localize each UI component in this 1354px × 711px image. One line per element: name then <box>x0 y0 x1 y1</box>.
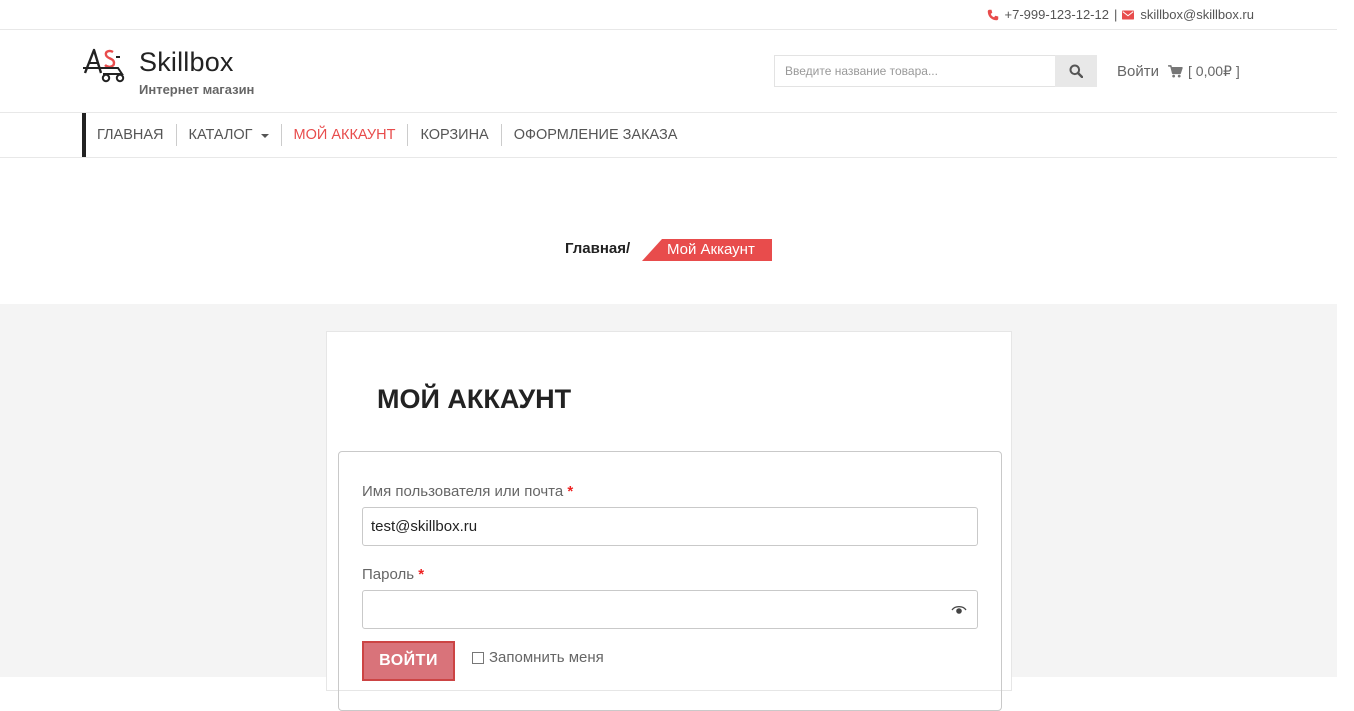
product-search <box>774 55 1097 87</box>
page-title: МОЙ АККАУНТ <box>377 384 572 414</box>
nav-item-my-account[interactable]: МОЙ АККАУНТ <box>280 124 408 146</box>
username-label-text: Имя пользователя или почта <box>362 483 564 500</box>
login-button[interactable]: ВОЙТИ <box>362 641 455 681</box>
nav-item-label: КОРЗИНА <box>420 127 489 143</box>
breadcrumb-current: Мой Аккаунт <box>667 241 755 258</box>
shopping-cart-icon <box>1168 65 1183 78</box>
top-bar: +7-999-123-12-12 | skillbox@skillbox.ru <box>0 0 1337 30</box>
password-field[interactable] <box>362 590 978 629</box>
nav-item-home[interactable]: ГЛАВНАЯ <box>86 124 176 146</box>
search-button[interactable] <box>1055 55 1097 87</box>
envelope-icon <box>1122 10 1135 19</box>
content-area: МОЙ АККАУНТ Имя пользователя или почта *… <box>0 304 1337 711</box>
required-mark: * <box>567 483 574 500</box>
remember-me-checkbox[interactable] <box>472 651 484 664</box>
breadcrumb-divider: / <box>626 240 631 257</box>
contacts: +7-999-123-12-12 | skillbox@skillbox.ru <box>987 7 1254 22</box>
nav-item-cart[interactable]: КОРЗИНА <box>407 124 500 146</box>
nav-item-catalog[interactable]: КАТАЛОГ <box>175 124 281 146</box>
contacts-separator: | <box>1113 7 1118 22</box>
site-title: Skillbox <box>139 47 234 77</box>
cart-link[interactable]: [ 0,00₽ ] <box>1168 63 1240 80</box>
username-field[interactable]: test@skillbox.ru <box>362 507 978 546</box>
username-value: test@skillbox.ru <box>371 518 478 535</box>
login-form: Имя пользователя или почта * test@skillb… <box>338 451 1002 711</box>
breadcrumb-home-label: Главная <box>565 240 627 257</box>
search-icon <box>1069 64 1083 78</box>
nav-item-label: ГЛАВНАЯ <box>97 127 164 143</box>
nav-item-label: КАТАЛОГ <box>188 127 253 143</box>
cart-total: [ 0,00₽ ] <box>1188 63 1240 79</box>
email-address[interactable]: skillbox@skillbox.ru <box>1140 7 1254 22</box>
password-label-text: Пароль <box>362 566 415 583</box>
main-nav: ГЛАВНАЯ КАТАЛОГ МОЙ АККАУНТ КОРЗИНА ОФОР… <box>0 113 1337 158</box>
account-card: МОЙ АККАУНТ Имя пользователя или почта *… <box>326 331 1012 711</box>
chevron-down-icon <box>260 134 269 138</box>
breadcrumb-home[interactable]: Главная/ <box>565 240 630 257</box>
breadcrumb: Главная/ Мой Аккаунт <box>0 158 1337 304</box>
scrollbar-gutter <box>1337 0 1354 677</box>
login-link[interactable]: Войти <box>1117 63 1159 80</box>
logo-cart-icon <box>83 48 125 83</box>
nav-item-label: ОФОРМЛЕНИЕ ЗАКАЗА <box>513 127 678 143</box>
site-header: Skillbox Интернет магазин Войти [ 0,00₽ … <box>0 30 1337 113</box>
remember-me-label: Запомнить меня <box>489 649 604 666</box>
show-password-eye-icon[interactable] <box>951 604 967 616</box>
phone-icon <box>987 9 998 20</box>
password-label: Пароль * <box>362 566 424 583</box>
nav-item-checkout[interactable]: ОФОРМЛЕНИЕ ЗАКАЗА <box>500 124 690 146</box>
phone-number[interactable]: +7-999-123-12-12 <box>1005 7 1109 22</box>
page: +7-999-123-12-12 | skillbox@skillbox.ru … <box>0 0 1337 711</box>
search-input[interactable] <box>774 55 1055 87</box>
site-subtitle: Интернет магазин <box>139 82 255 97</box>
nav-item-label: МОЙ АККАУНТ <box>293 127 396 143</box>
required-mark: * <box>418 566 425 583</box>
username-label: Имя пользователя или почта * <box>362 483 573 500</box>
remember-me[interactable]: Запомнить меня <box>472 649 604 666</box>
